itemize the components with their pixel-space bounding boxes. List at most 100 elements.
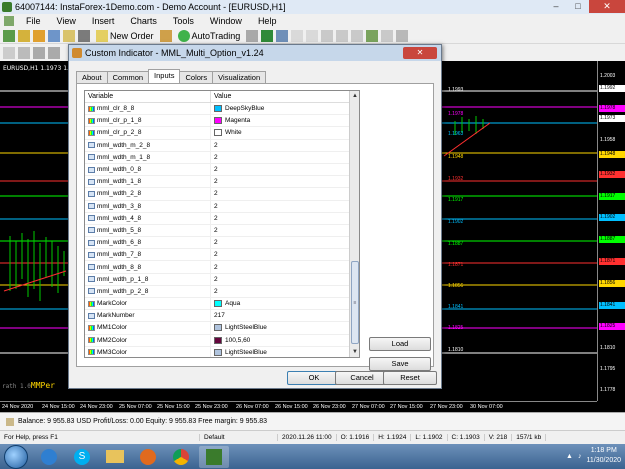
menu-file[interactable]: File bbox=[18, 16, 49, 26]
navigator-icon[interactable] bbox=[63, 29, 75, 42]
taskbar-explorer[interactable] bbox=[100, 446, 130, 468]
menu-view[interactable]: View bbox=[49, 16, 84, 26]
variable-cell[interactable]: mml_clr_8_8 bbox=[85, 103, 211, 115]
table-row[interactable]: MM3Color LightSteelBlue bbox=[85, 346, 359, 357]
value-cell[interactable]: 2 bbox=[211, 213, 218, 224]
tab-common[interactable]: Common bbox=[106, 71, 150, 83]
variable-cell[interactable]: MM3Color bbox=[85, 346, 211, 357]
tab-inputs[interactable]: Inputs bbox=[148, 69, 181, 83]
new-chart-icon[interactable] bbox=[3, 29, 15, 42]
menu-charts[interactable]: Charts bbox=[122, 16, 165, 26]
table-row[interactable]: mml_wdth_6_8 2 bbox=[85, 237, 359, 250]
value-cell[interactable]: 2 bbox=[211, 140, 218, 151]
table-row[interactable]: mml_wdth_m_1_8 2 bbox=[85, 151, 359, 164]
table-row[interactable]: MM1Color LightSteelBlue bbox=[85, 322, 359, 335]
autoscroll-icon[interactable] bbox=[351, 29, 364, 42]
variable-cell[interactable]: mml_wdth_3_8 bbox=[85, 200, 211, 212]
menu-window[interactable]: Window bbox=[202, 16, 250, 26]
network-icon[interactable]: ▲ bbox=[566, 453, 573, 460]
value-cell[interactable]: 2 bbox=[211, 176, 218, 187]
value-cell[interactable]: 2 bbox=[211, 237, 218, 248]
clock[interactable]: 1:18 PM 11/30/2020 bbox=[586, 446, 621, 466]
table-row[interactable]: mml_wdth_1_8 2 bbox=[85, 176, 359, 189]
taskbar-media[interactable] bbox=[133, 446, 163, 468]
vertical-line-icon[interactable] bbox=[33, 47, 45, 59]
ok-button[interactable]: OK bbox=[287, 371, 341, 385]
reset-button[interactable]: Reset bbox=[383, 371, 437, 385]
value-cell[interactable]: 2 bbox=[211, 286, 218, 297]
price-scale[interactable]: 1.2003 1.1992 1.1978 1.1973 1.1958 1.194… bbox=[597, 61, 625, 401]
tab-visualization[interactable]: Visualization bbox=[212, 71, 267, 83]
zoom-in-icon[interactable] bbox=[291, 29, 304, 42]
value-cell[interactable]: LightSteelBlue bbox=[211, 347, 267, 357]
table-row[interactable]: mml_clr_8_8 DeepSkyBlue bbox=[85, 103, 359, 116]
value-cell[interactable]: 2 bbox=[211, 249, 218, 260]
chart-shift-icon[interactable] bbox=[336, 29, 349, 42]
table-row[interactable]: mml_wdth_8_8 2 bbox=[85, 261, 359, 274]
cancel-button[interactable]: Cancel bbox=[335, 371, 389, 385]
variable-cell[interactable]: MM2Color bbox=[85, 334, 211, 346]
taskbar-ie[interactable] bbox=[34, 446, 64, 468]
value-cell[interactable]: Magenta bbox=[211, 115, 250, 126]
table-row[interactable]: MM2Color 100,5,60 bbox=[85, 334, 359, 347]
line-chart-icon[interactable] bbox=[276, 29, 289, 42]
scroll-up-icon[interactable]: ▲ bbox=[350, 91, 359, 101]
table-row[interactable]: mml_wdth_7_8 2 bbox=[85, 249, 359, 262]
taskbar-skype[interactable]: S bbox=[67, 446, 97, 468]
variable-cell[interactable]: MM1Color bbox=[85, 322, 211, 334]
tab-colors[interactable]: Colors bbox=[179, 71, 214, 83]
value-cell[interactable]: LightSteelBlue bbox=[211, 322, 267, 333]
start-button[interactable] bbox=[4, 444, 28, 469]
tab-about[interactable]: About bbox=[76, 71, 108, 83]
bar-chart-icon[interactable] bbox=[246, 29, 259, 42]
variable-cell[interactable]: mml_wdth_p_1_8 bbox=[85, 273, 211, 285]
taskbar-mt4[interactable] bbox=[199, 445, 229, 468]
market-watch-icon[interactable] bbox=[33, 29, 45, 42]
variable-cell[interactable]: mml_wdth_0_8 bbox=[85, 163, 211, 176]
inputs-grid[interactable]: Variable Value mml_clr_8_8 DeepSkyBlue mml… bbox=[84, 90, 360, 358]
scroll-thumb[interactable]: ≡ bbox=[351, 261, 359, 344]
save-button[interactable]: Save bbox=[369, 357, 431, 371]
value-cell[interactable]: 217 bbox=[211, 310, 225, 321]
table-row[interactable]: mml_wdth_p_2_8 2 bbox=[85, 285, 359, 298]
variable-cell[interactable]: MarkColor bbox=[85, 298, 211, 310]
maximize-button[interactable]: □ bbox=[567, 0, 589, 13]
value-cell[interactable]: 2 bbox=[211, 188, 218, 199]
value-cell[interactable]: 2 bbox=[211, 274, 218, 285]
variable-cell[interactable]: mml_wdth_m_1_8 bbox=[85, 151, 211, 163]
variable-cell[interactable]: mml_wdth_2_8 bbox=[85, 188, 211, 200]
variable-cell[interactable]: mml_clr_p_2_8 bbox=[85, 127, 211, 139]
zoom-out-icon[interactable] bbox=[306, 29, 319, 42]
dialog-close-button[interactable]: ✕ bbox=[403, 47, 437, 59]
terminal-icon[interactable] bbox=[78, 29, 90, 42]
table-row[interactable]: MarkColor Aqua bbox=[85, 298, 359, 311]
variable-cell[interactable]: mml_wdth_4_8 bbox=[85, 212, 211, 224]
table-row[interactable]: mml_clr_p_2_8 White bbox=[85, 127, 359, 140]
templates-icon[interactable] bbox=[396, 29, 409, 42]
variable-cell[interactable]: mml_wdth_p_2_8 bbox=[85, 285, 211, 297]
variable-cell[interactable]: mml_wdth_8_8 bbox=[85, 261, 211, 273]
value-cell[interactable]: 2 bbox=[211, 261, 218, 272]
indicators-icon[interactable] bbox=[366, 29, 379, 42]
menu-tools[interactable]: Tools bbox=[165, 16, 202, 26]
variable-cell[interactable]: mml_wdth_1_8 bbox=[85, 176, 211, 188]
variable-cell[interactable]: mml_wdth_6_8 bbox=[85, 237, 211, 249]
tile-windows-icon[interactable] bbox=[321, 29, 334, 42]
header-value[interactable]: Value bbox=[211, 91, 234, 102]
variable-cell[interactable]: mml_wdth_5_8 bbox=[85, 224, 211, 237]
table-row[interactable]: mml_wdth_p_1_8 2 bbox=[85, 273, 359, 286]
periods-icon[interactable] bbox=[381, 29, 394, 42]
table-row[interactable]: mml_wdth_2_8 2 bbox=[85, 188, 359, 201]
cursor-icon[interactable] bbox=[3, 47, 15, 59]
horizontal-line-icon[interactable] bbox=[48, 47, 60, 59]
header-variable[interactable]: Variable bbox=[85, 91, 211, 102]
data-window-icon[interactable] bbox=[48, 29, 60, 42]
menu-insert[interactable]: Insert bbox=[84, 16, 123, 26]
table-row[interactable]: mml_wdth_4_8 2 bbox=[85, 212, 359, 225]
table-row[interactable]: MarkNumber 217 bbox=[85, 310, 359, 323]
taskbar-chrome[interactable] bbox=[166, 446, 196, 468]
value-cell[interactable]: 2 bbox=[211, 164, 218, 175]
metaeditor-icon[interactable] bbox=[159, 29, 172, 42]
new-order-button[interactable]: New Order bbox=[93, 29, 157, 42]
grid-scrollbar[interactable]: ▲ ≡ ▼ bbox=[349, 91, 359, 357]
